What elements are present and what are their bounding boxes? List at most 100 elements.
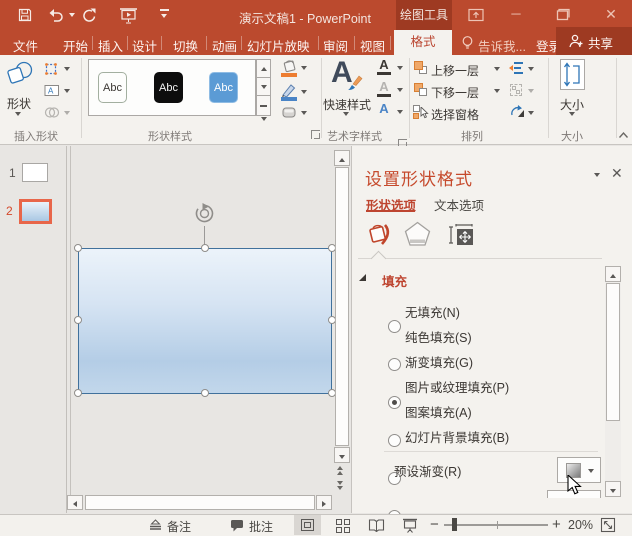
send-backward-button[interactable]: 下移一层 <box>431 84 479 101</box>
canvas-scroll-up[interactable] <box>334 150 350 166</box>
text-effects-arrow[interactable] <box>397 110 403 114</box>
gallery-more-button[interactable] <box>256 95 271 121</box>
align-icon[interactable] <box>509 61 524 75</box>
tab-slideshow[interactable]: 幻灯片放映 <box>247 36 310 55</box>
radio-picture-fill[interactable] <box>388 434 401 447</box>
radio-slide-background-fill-label[interactable]: 幻灯片背景填充(B) <box>405 427 509 446</box>
tab-transitions[interactable]: 切换 <box>173 36 198 55</box>
merge-shapes-icon[interactable] <box>44 106 60 119</box>
canvas-scroll-left[interactable] <box>67 495 83 510</box>
radio-picture-fill-label[interactable]: 图片或纹理填充(P) <box>405 377 509 396</box>
bring-forward-arrow[interactable] <box>494 67 500 71</box>
pane-scroll-down[interactable] <box>605 481 621 497</box>
canvas-vscroll-thumb[interactable] <box>335 167 349 446</box>
zoom-slider-thumb[interactable] <box>452 518 457 531</box>
size-button[interactable]: 大小 <box>560 96 584 113</box>
shape-outline-icon[interactable] <box>281 83 298 97</box>
shape-fill-icon[interactable] <box>281 59 298 73</box>
resize-handle-bottom-left[interactable] <box>74 389 82 397</box>
edit-shape-icon[interactable] <box>44 62 59 76</box>
shape-style-2[interactable]: Abc <box>154 72 183 103</box>
tab-file[interactable]: 文件 <box>13 36 38 55</box>
shape-outline-arrow[interactable] <box>301 90 307 94</box>
rotate-icon[interactable] <box>510 105 525 119</box>
next-slide-button[interactable] <box>337 481 343 490</box>
fit-to-window-icon[interactable] <box>600 517 616 533</box>
rotation-handle-icon[interactable] <box>193 202 216 225</box>
shape-fill-arrow[interactable] <box>301 66 307 70</box>
tab-home[interactable]: 开始 <box>63 36 88 55</box>
tab-format-active[interactable]: 格式 <box>394 30 452 55</box>
collapse-ribbon-icon[interactable] <box>618 131 629 139</box>
fill-section-collapse-icon[interactable] <box>359 274 366 281</box>
pane-menu-arrow[interactable] <box>594 173 600 177</box>
undo-icon[interactable] <box>47 8 64 23</box>
pane-scroll-thumb[interactable] <box>606 283 620 421</box>
maximize-icon[interactable] <box>556 8 570 21</box>
radio-solid-fill-label[interactable]: 纯色填充(S) <box>405 327 472 346</box>
text-fill-icon[interactable]: A <box>377 58 391 75</box>
bring-forward-button[interactable]: 上移一层 <box>431 62 479 79</box>
notes-button[interactable]: 备注 <box>167 518 191 535</box>
reading-view-icon[interactable] <box>368 518 385 532</box>
size-properties-icon[interactable] <box>448 223 474 246</box>
fill-line-icon[interactable] <box>366 220 394 248</box>
minimize-icon[interactable]: ─ <box>507 7 525 23</box>
slideshow-icon[interactable] <box>402 518 418 533</box>
quick-styles-arrow[interactable] <box>343 112 349 116</box>
slide-1-thumbnail[interactable] <box>22 163 48 182</box>
save-icon[interactable] <box>17 7 33 23</box>
slide-sorter-icon[interactable] <box>336 519 350 533</box>
selection-pane-button[interactable]: 选择窗格 <box>431 106 479 123</box>
tellme-box[interactable]: 告诉我... <box>478 36 526 55</box>
zoom-in-button[interactable]: + <box>552 516 561 533</box>
redo-icon[interactable] <box>81 7 98 24</box>
resize-handle-middle-left[interactable] <box>74 316 82 324</box>
resize-handle-bottom-middle[interactable] <box>201 389 209 397</box>
customize-qat-arrow[interactable] <box>161 14 167 18</box>
group-objects-arrow[interactable] <box>528 89 534 93</box>
gallery-scroll-down[interactable] <box>256 77 271 96</box>
tab-insert[interactable]: 插入 <box>98 36 123 55</box>
radio-solid-fill[interactable] <box>388 358 401 371</box>
text-fill-arrow[interactable] <box>397 66 403 70</box>
radio-no-fill[interactable] <box>388 320 401 333</box>
text-effects-icon[interactable]: A <box>377 102 391 115</box>
fill-section-header[interactable]: 填充 <box>382 271 407 290</box>
shape-style-3[interactable]: Abc <box>209 72 238 103</box>
send-backward-arrow[interactable] <box>494 89 500 93</box>
text-outline-icon[interactable]: A <box>377 80 391 97</box>
canvas-hscroll-thumb[interactable] <box>85 495 315 510</box>
radio-pattern-fill-label[interactable]: 图案填充(A) <box>405 402 472 421</box>
text-outline-arrow[interactable] <box>397 88 403 92</box>
tab-animations[interactable]: 动画 <box>212 36 237 55</box>
share-button[interactable]: 共享 <box>556 27 632 55</box>
edit-shape-arrow[interactable] <box>64 67 70 71</box>
align-arrow[interactable] <box>528 67 534 71</box>
undo-dropdown-arrow[interactable] <box>69 13 75 17</box>
previous-slide-button[interactable] <box>337 466 343 475</box>
effects-pentagon-icon[interactable] <box>404 221 431 247</box>
close-icon[interactable]: ✕ <box>602 7 620 23</box>
shape-effects-arrow[interactable] <box>301 111 307 115</box>
rotate-arrow[interactable] <box>528 111 534 115</box>
text-box-icon[interactable]: A <box>44 84 60 97</box>
shape-effects-icon[interactable] <box>281 105 298 120</box>
pane-scroll-up[interactable] <box>605 266 621 282</box>
merge-shapes-arrow[interactable] <box>64 111 70 115</box>
normal-view-button[interactable] <box>294 515 321 535</box>
comments-button[interactable]: 批注 <box>249 518 273 535</box>
canvas-scroll-down[interactable] <box>334 447 350 463</box>
text-box-arrow[interactable] <box>64 89 70 93</box>
radio-gradient-fill[interactable] <box>388 396 401 409</box>
resize-handle-top-left[interactable] <box>74 244 82 252</box>
radio-gradient-fill-label[interactable]: 渐变填充(G) <box>405 352 473 371</box>
resize-handle-top-middle[interactable] <box>201 244 209 252</box>
shapes-dropdown-arrow[interactable] <box>15 112 21 116</box>
canvas-scroll-right[interactable] <box>316 495 332 510</box>
customize-qat-icon[interactable] <box>160 9 169 11</box>
tab-view[interactable]: 视图 <box>360 36 385 55</box>
size-arrow[interactable] <box>569 112 575 116</box>
shape-styles-dialog-launcher[interactable] <box>311 130 320 139</box>
gradient-rectangle-shape[interactable] <box>78 248 332 394</box>
